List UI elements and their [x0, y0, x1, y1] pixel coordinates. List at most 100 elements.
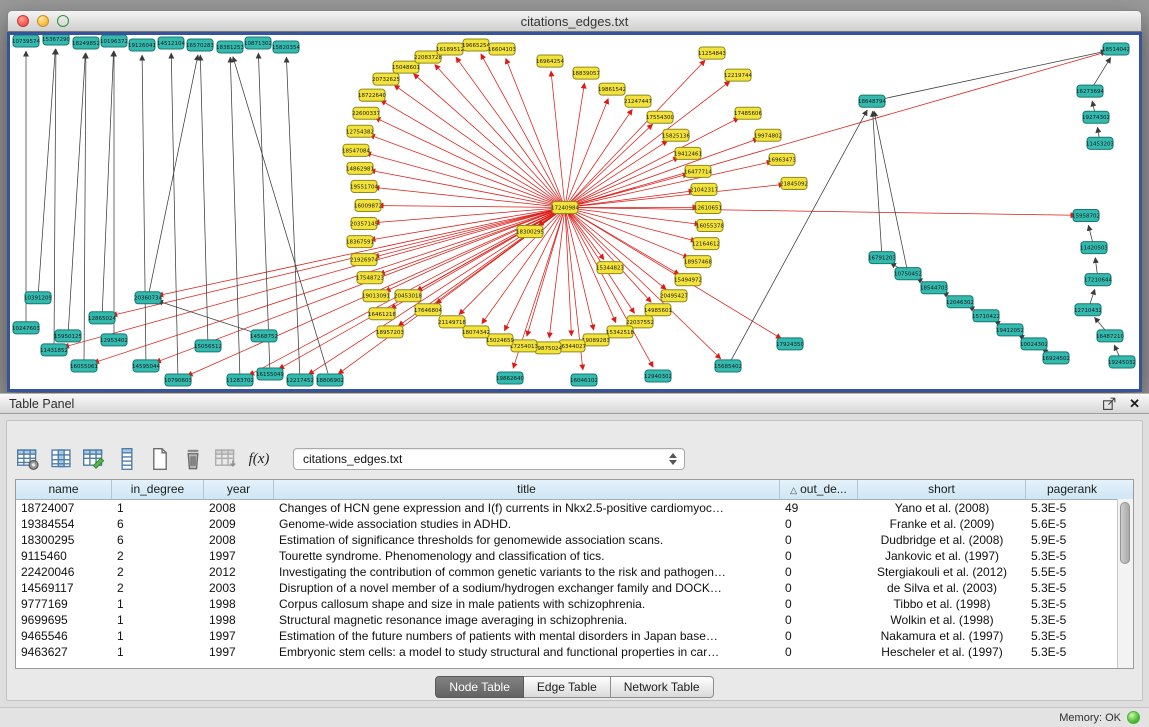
- network-node[interactable]: 15367290: [42, 35, 70, 45]
- table-body[interactable]: 1872400712008Changes of HCN gene express…: [16, 500, 1118, 668]
- show-columns-button[interactable]: [48, 446, 74, 472]
- cell-title[interactable]: Investigating the contribution of common…: [274, 564, 780, 580]
- cell-short[interactable]: Stergiakouli et al. (2012): [858, 564, 1026, 580]
- network-graph[interactable]: 1724098418722640226003371275438218547084…: [10, 35, 1139, 389]
- cell-out_degree[interactable]: 0: [780, 644, 858, 660]
- network-node[interactable]: 10247603: [12, 322, 40, 334]
- table-row[interactable]: 1456911722003Disruption of a novel membe…: [16, 580, 1118, 596]
- network-node[interactable]: 11283702: [226, 374, 254, 386]
- cell-year[interactable]: 1997: [204, 644, 274, 660]
- cell-title[interactable]: Estimation of significance thresholds fo…: [274, 532, 780, 548]
- cell-name[interactable]: 9115460: [16, 548, 112, 564]
- network-node[interactable]: 16477714: [684, 165, 712, 177]
- cell-name[interactable]: 18300295: [16, 532, 112, 548]
- network-node[interactable]: 19274302: [1082, 111, 1110, 123]
- network-node[interactable]: 16604103: [488, 43, 516, 55]
- cell-pagerank[interactable]: 5.6E-5: [1026, 516, 1118, 532]
- edit-table-button[interactable]: [81, 446, 107, 472]
- column-header-short[interactable]: short: [858, 480, 1026, 499]
- cell-name[interactable]: 19384554: [16, 516, 112, 532]
- cell-name[interactable]: 14569117: [16, 580, 112, 596]
- network-node[interactable]: 11420503: [1080, 242, 1108, 254]
- network-node[interactable]: 16461218: [368, 308, 396, 320]
- network-node[interactable]: 18722640: [358, 89, 386, 101]
- cell-short[interactable]: Dudbridge et al. (2008): [858, 532, 1026, 548]
- network-node[interactable]: 19875024: [534, 342, 562, 354]
- cell-out_degree[interactable]: 0: [780, 516, 858, 532]
- function-builder-button[interactable]: f(x): [246, 446, 272, 472]
- network-node[interactable]: 15024659: [486, 334, 514, 346]
- network-node[interactable]: 17548723: [356, 272, 384, 284]
- network-node[interactable]: 10871302: [244, 37, 272, 49]
- network-node[interactable]: 19861542: [598, 83, 626, 95]
- table-row[interactable]: 946554611997Estimation of the future num…: [16, 628, 1118, 644]
- network-node[interactable]: 21845092: [780, 177, 808, 189]
- network-node[interactable]: 10196372: [100, 35, 128, 47]
- minimize-button[interactable]: [37, 15, 49, 27]
- cell-short[interactable]: de Silva et al. (2003): [858, 580, 1026, 596]
- network-node[interactable]: 16009872: [354, 199, 382, 211]
- network-node[interactable]: 10391209: [24, 292, 52, 304]
- cell-out_degree[interactable]: 49: [780, 500, 858, 516]
- cell-name[interactable]: 9463627: [16, 644, 112, 660]
- network-node[interactable]: 12710432: [1074, 304, 1102, 316]
- network-node[interactable]: 18957468: [684, 256, 712, 268]
- network-node[interactable]: 16046102: [570, 374, 598, 386]
- network-node[interactable]: 12953402: [100, 334, 128, 346]
- network-node[interactable]: 10739574: [12, 35, 40, 47]
- table-row[interactable]: 2242004622012Investigating the contribut…: [16, 564, 1118, 580]
- cell-out_degree[interactable]: 0: [780, 532, 858, 548]
- rows-button[interactable]: [114, 446, 140, 472]
- network-node[interactable]: 16189512: [436, 43, 464, 55]
- network-node[interactable]: 14595044: [132, 360, 160, 372]
- cell-short[interactable]: Jankovic et al. (1997): [858, 548, 1026, 564]
- network-node[interactable]: 18074342: [462, 326, 490, 338]
- cell-out_degree[interactable]: 0: [780, 612, 858, 628]
- network-edges[interactable]: [26, 49, 1122, 380]
- network-node[interactable]: 19862640: [496, 372, 524, 384]
- network-node[interactable]: 14985601: [644, 304, 672, 316]
- cell-title[interactable]: Embryonic stem cells: a model to study s…: [274, 644, 780, 660]
- cell-year[interactable]: 1997: [204, 548, 274, 564]
- network-node[interactable]: 14512104: [157, 37, 185, 49]
- network-node[interactable]: 15825136: [662, 129, 690, 141]
- network-node[interactable]: 16273694: [1076, 85, 1104, 97]
- cell-year[interactable]: 2009: [204, 516, 274, 532]
- cell-short[interactable]: Tibbo et al. (1998): [858, 596, 1026, 612]
- cell-year[interactable]: 2003: [204, 580, 274, 596]
- cell-year[interactable]: 1998: [204, 612, 274, 628]
- network-node[interactable]: 22600337: [352, 107, 380, 119]
- network-canvas[interactable]: 1724098418722640226003371275438218547084…: [10, 35, 1139, 389]
- network-node[interactable]: 18806902: [316, 374, 344, 386]
- table-row[interactable]: 1938455462009Genome-wide association stu…: [16, 516, 1118, 532]
- cell-pagerank[interactable]: 5.3E-5: [1026, 628, 1118, 644]
- network-node[interactable]: 11431852: [40, 344, 68, 356]
- cell-pagerank[interactable]: 5.5E-5: [1026, 564, 1118, 580]
- network-node[interactable]: 12754382: [346, 125, 374, 137]
- delete-column-button[interactable]: [180, 446, 206, 472]
- network-node[interactable]: 12164612: [692, 238, 720, 250]
- table-mode-button[interactable]: [15, 446, 41, 472]
- network-node[interactable]: 16344027: [558, 340, 586, 352]
- network-node[interactable]: 17485606: [734, 107, 762, 119]
- network-node[interactable]: 15820354: [272, 41, 300, 53]
- network-node[interactable]: 18547084: [342, 144, 370, 156]
- network-node[interactable]: 12610651: [694, 201, 722, 213]
- network-node[interactable]: 17554300: [646, 111, 674, 123]
- network-node[interactable]: 19412052: [996, 324, 1024, 336]
- cell-name[interactable]: 18724007: [16, 500, 112, 516]
- cell-out_degree[interactable]: 0: [780, 564, 858, 580]
- network-node[interactable]: 21149718: [438, 316, 466, 328]
- cell-title[interactable]: Genome-wide association studies in ADHD.: [274, 516, 780, 532]
- network-node[interactable]: 19412461: [674, 147, 702, 159]
- float-panel-icon[interactable]: [1102, 396, 1117, 411]
- cell-year[interactable]: 1998: [204, 596, 274, 612]
- network-node[interactable]: 16791203: [868, 252, 896, 264]
- network-node[interactable]: 15958702: [1072, 209, 1100, 221]
- table-row[interactable]: 977716911998Corpus callosum shape and si…: [16, 596, 1118, 612]
- network-node[interactable]: 18300295: [516, 226, 544, 238]
- network-node[interactable]: 16570283: [186, 39, 214, 51]
- tab-network-table[interactable]: Network Table: [611, 676, 714, 698]
- network-node[interactable]: 15710422: [972, 310, 1000, 322]
- network-node[interactable]: 10790603: [164, 374, 192, 386]
